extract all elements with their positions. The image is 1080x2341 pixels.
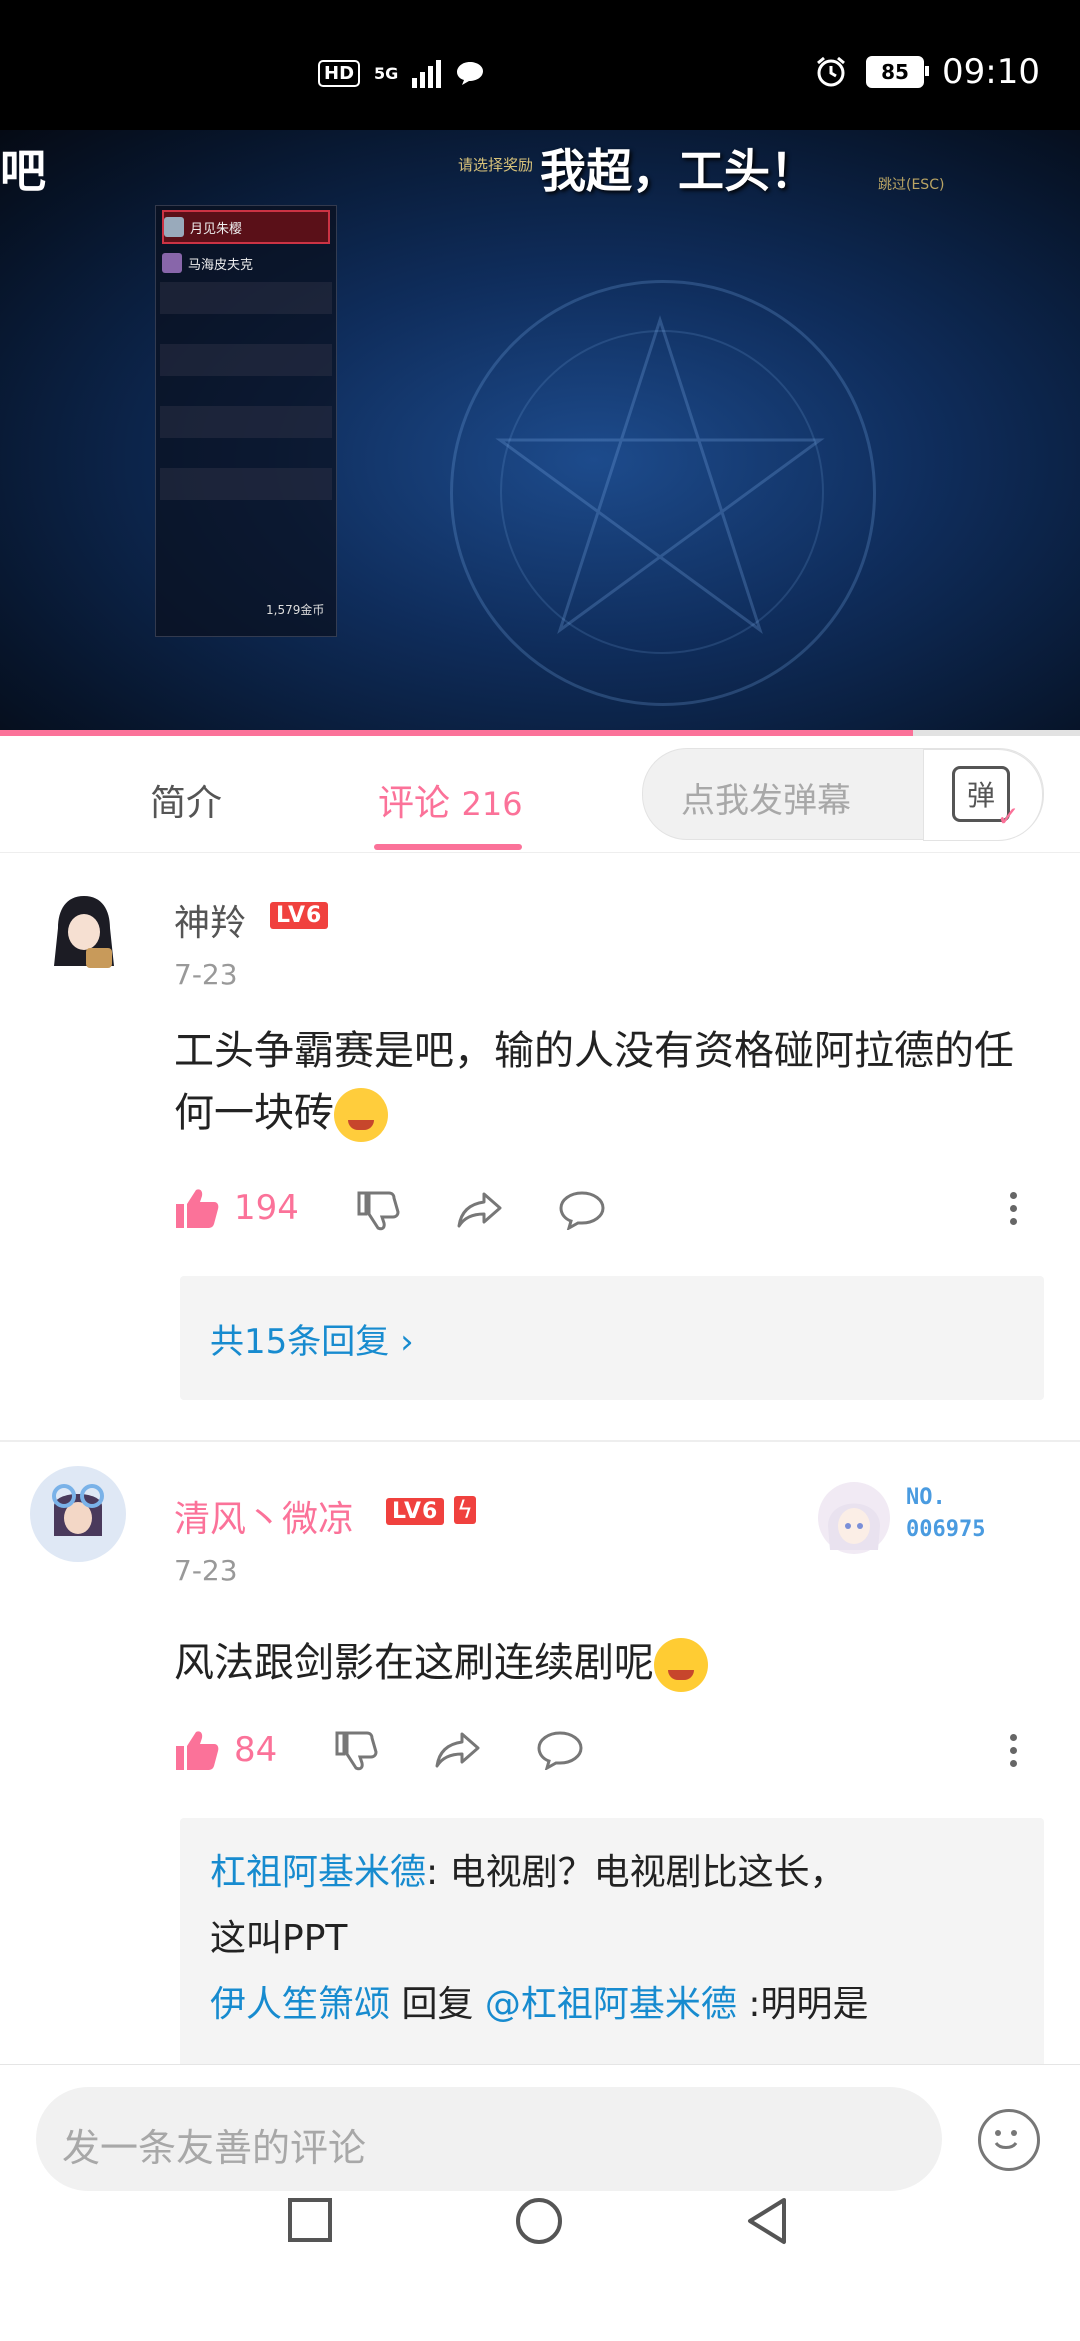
battery-icon: 85 <box>866 56 930 88</box>
dislike-icon[interactable] <box>356 1190 400 1232</box>
pentagram-shape <box>495 315 825 634</box>
comment-body: 工头争霸赛是吧，输的人没有资格碰阿拉德的任何一块砖 <box>174 1028 1014 1136</box>
tab-intro[interactable]: 简介 <box>150 774 222 826</box>
panel-band <box>160 282 332 314</box>
comment-text: 风法跟剑影在这刷连续剧呢 <box>174 1632 1044 1694</box>
tab-comments[interactable]: 评论 216 <box>378 774 523 826</box>
comment-actions: 84 <box>174 1728 277 1772</box>
reply-mention[interactable]: @杠祖阿基米德 <box>485 1984 737 2025</box>
reply-username[interactable]: 杠祖阿基米德 <box>210 1852 426 1893</box>
reply-text-cont: 这叫PPT <box>210 1918 348 1959</box>
panel-band <box>160 406 332 438</box>
comment-input[interactable]: 发一条友善的评论 <box>36 2087 942 2191</box>
danmaku-box[interactable]: 点我发弹幕 弹 ✓ <box>642 748 1044 841</box>
more-options-icon[interactable] <box>1010 1192 1018 1225</box>
tab-bar: 简介 评论 216 点我发弹幕 弹 ✓ <box>0 736 1080 853</box>
badge-number: NO. 006975 <box>906 1482 985 1546</box>
more-options-icon[interactable] <box>1010 1734 1018 1767</box>
badge-no-label: NO. <box>906 1485 946 1510</box>
reply-verb: 回复 <box>390 1984 485 2025</box>
emoji-icon <box>654 1638 708 1692</box>
player-icon <box>162 253 182 273</box>
level-badge: LV6 <box>270 902 329 929</box>
player-icon <box>164 217 184 237</box>
alarm-icon <box>817 56 845 87</box>
like-icon[interactable] <box>174 1186 220 1230</box>
recents-icon[interactable] <box>286 2196 334 2244</box>
comment-username[interactable]: 清风丶微凉 <box>174 1490 354 1542</box>
signal-label: 5G <box>374 63 399 83</box>
danmaku-text-edge: 吧 <box>0 144 46 198</box>
like-count: 194 <box>234 1188 299 1228</box>
tab-comments-label: 评论 <box>378 783 451 824</box>
game-player-row: 马海皮夫克 <box>162 248 330 278</box>
fan-badge: NO. 006975 <box>812 1476 1012 1566</box>
replies-box[interactable]: 共15条回复 › <box>180 1276 1044 1400</box>
avatar[interactable] <box>30 1466 126 1562</box>
player-name: 月见朱樱 <box>190 221 243 237</box>
danmaku-button[interactable]: 弹 ✓ <box>923 749 1043 841</box>
tab-indicator <box>374 844 522 850</box>
lightning-icon: ϟ <box>454 1496 476 1524</box>
comment-body: 风法跟剑影在这刷连续剧呢 <box>174 1640 654 1686</box>
status-bar: HD 5G 85 09:10 <box>0 0 1080 130</box>
panel-band <box>160 468 332 500</box>
game-prompt: 请选择奖励 <box>458 156 534 174</box>
emoji-icon <box>334 1088 388 1142</box>
video-player[interactable]: 请选择奖励 跳过(ESC) 月见朱樱 马海皮夫克 1,579金币 我超，工头！ … <box>0 130 1080 730</box>
game-skip: 跳过(ESC) <box>878 177 945 193</box>
reply-text: :明明是 <box>736 1984 869 2025</box>
replies-count: 共15条回复 <box>210 1322 390 1362</box>
reply-icon[interactable] <box>536 1730 584 1770</box>
comment-placeholder: 发一条友善的评论 <box>62 2126 367 2170</box>
comment-divider <box>0 1440 1080 1442</box>
replies-link[interactable]: 共15条回复 › <box>210 1314 414 1363</box>
comment-date: 7-23 <box>174 958 238 991</box>
share-icon[interactable] <box>456 1190 504 1230</box>
comment-text: 工头争霸赛是吧，输的人没有资格碰阿拉德的任何一块砖 <box>174 1020 1044 1144</box>
signal-icon <box>412 58 442 88</box>
back-icon[interactable] <box>744 2196 792 2246</box>
comment-date: 7-23 <box>174 1554 238 1587</box>
avatar[interactable] <box>36 886 132 982</box>
reply-icon[interactable] <box>558 1190 606 1230</box>
like-count: 84 <box>234 1730 278 1770</box>
reply-text: : 电视剧？电视剧比这长， <box>426 1852 846 1893</box>
danmaku-input[interactable]: 点我发弹幕 <box>681 773 851 822</box>
chevron-right-icon: › <box>400 1322 414 1362</box>
game-player-row: 月见朱樱 <box>162 210 330 244</box>
reply-username[interactable]: 伊人笙箫颂 <box>210 1984 390 2025</box>
comment-actions: 194 <box>174 1186 299 1230</box>
player-name: 马海皮夫克 <box>188 257 254 273</box>
like-icon[interactable] <box>174 1728 220 1772</box>
game-player-panel: 月见朱樱 马海皮夫克 1,579金币 <box>155 205 337 637</box>
share-icon[interactable] <box>434 1730 482 1770</box>
check-icon: ✓ <box>996 800 1020 833</box>
home-icon[interactable] <box>514 2196 564 2246</box>
gold-amount: 1,579金币 <box>266 603 325 617</box>
message-icon <box>457 62 484 85</box>
hd-indicator: HD <box>318 59 361 87</box>
comment-username[interactable]: 神羚 <box>174 894 246 946</box>
danmaku-text: 我超，工头！ <box>540 144 816 198</box>
replies-box[interactable]: 杠祖阿基米德: 电视剧？电视剧比这长， 这叫PPT 伊人笙箫颂 回复 @杠祖阿基… <box>180 1818 1044 2068</box>
badge-no-value: 006975 <box>906 1517 986 1542</box>
tab-comments-count: 216 <box>461 785 523 823</box>
badge-avatar-icon <box>818 1482 890 1554</box>
emoji-button-icon[interactable] <box>978 2109 1040 2171</box>
dislike-icon[interactable] <box>334 1730 378 1772</box>
reply-item[interactable]: 杠祖阿基米德: 电视剧？电视剧比这长， 这叫PPT 伊人笙箫颂 回复 @杠祖阿基… <box>210 1840 1010 2038</box>
panel-band <box>160 344 332 376</box>
clock: 09:10 <box>942 52 1040 92</box>
level-badge: LV6 <box>386 1498 445 1525</box>
